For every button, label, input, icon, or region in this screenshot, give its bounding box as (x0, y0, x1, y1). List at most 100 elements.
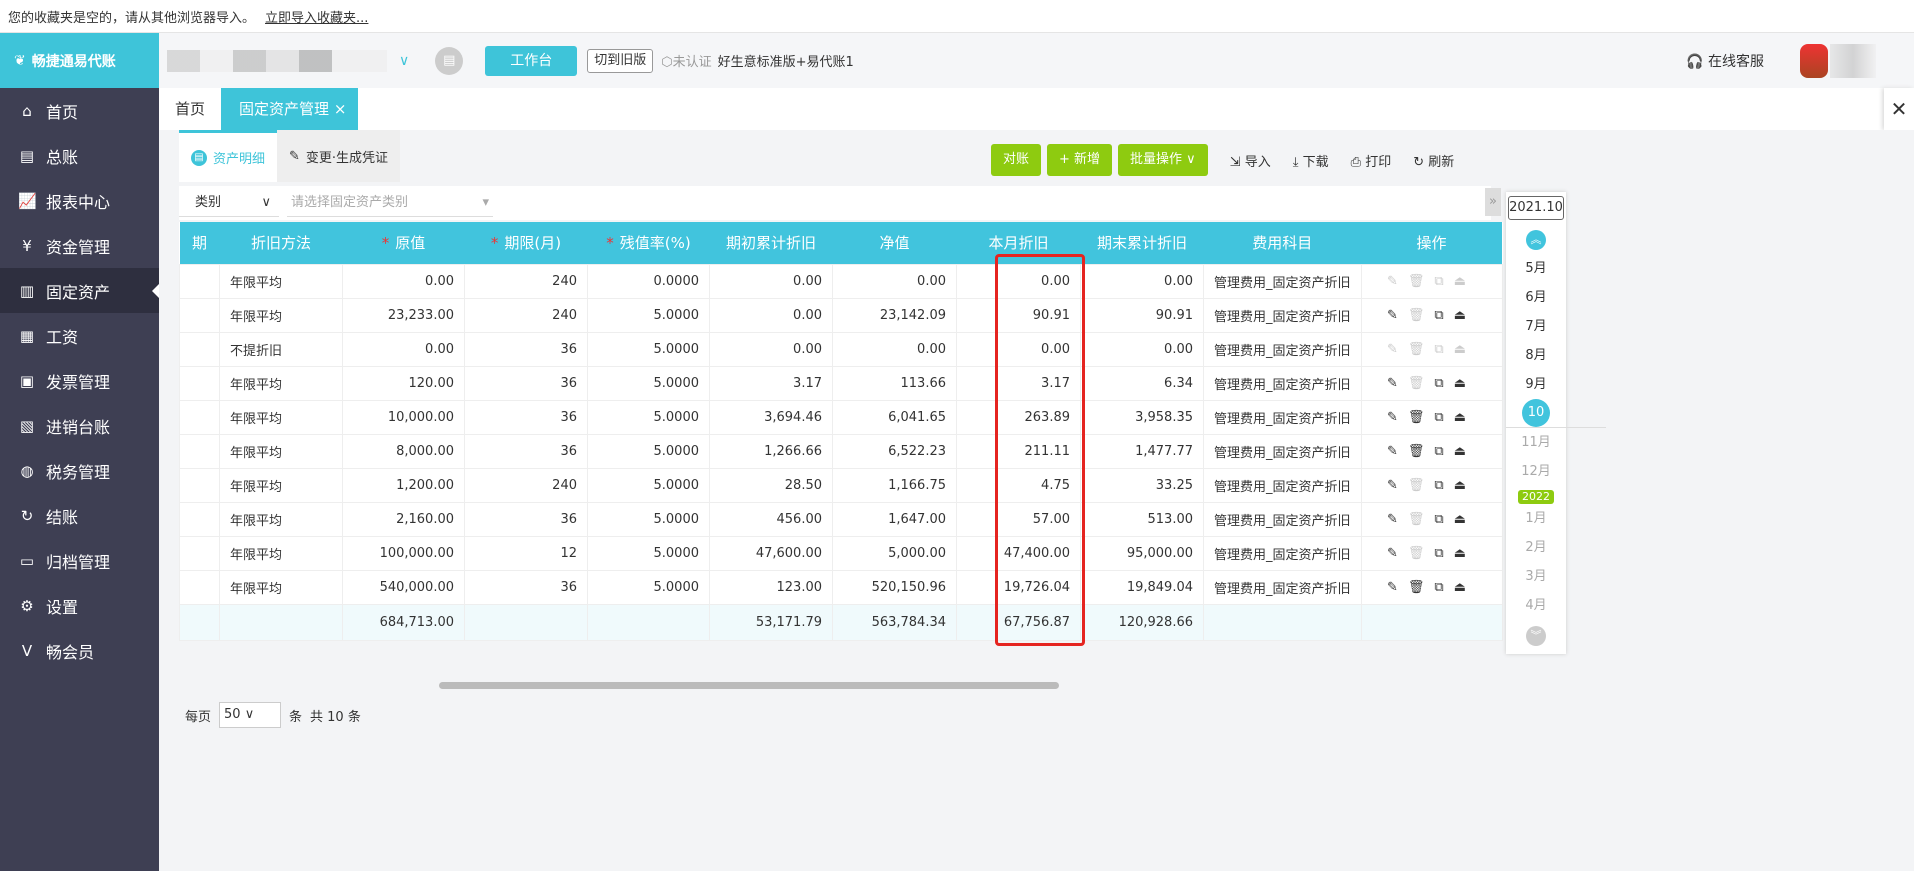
sidebar-item-8[interactable]: ◍ 税务管理 (0, 448, 159, 493)
table-row[interactable]: 年限平均 1,200.00 240 5.0000 28.50 1,166.75 4.75 33… (179, 467, 1503, 503)
category-select[interactable]: 类别 ∨ (179, 189, 279, 217)
delete-icon[interactable]: 🗑 (1408, 308, 1435, 323)
edit-icon[interactable]: ✎ (1387, 444, 1408, 459)
category-input[interactable]: 请选择固定资产类别 ▾ (287, 189, 493, 217)
month-item[interactable]: 8月 (1506, 341, 1566, 370)
delete-icon[interactable]: 🗑 (1408, 444, 1435, 459)
subtab-change-voucher[interactable]: ✎ 变更·生成凭证 (277, 130, 401, 182)
scroll-down-icon[interactable]: ︾ (1526, 626, 1546, 646)
copy-icon[interactable]: ⧉ (1434, 580, 1453, 595)
delete-icon[interactable]: 🗑 (1408, 580, 1435, 595)
notepad-icon[interactable]: ▤ (435, 46, 464, 75)
tab-home[interactable]: 首页 (159, 88, 221, 130)
copy-icon[interactable]: ⧉ (1434, 512, 1453, 527)
dispose-icon[interactable]: ⏏ (1454, 444, 1476, 459)
edit-icon[interactable]: ✎ (1387, 478, 1408, 493)
logo[interactable]: ❦ 畅捷通易代账 (0, 33, 159, 88)
table-row[interactable]: 不提折旧 0.00 36 5.0000 0.00 0.00 0.00 0.00 管理费用_固定资… (179, 331, 1503, 367)
sidebar-item-5[interactable]: ▦ 工资 (0, 313, 159, 358)
table-row[interactable]: 年限平均 2,160.00 36 5.0000 456.00 1,647.00 57.00 5… (179, 501, 1503, 537)
dispose-icon[interactable]: ⏏ (1454, 410, 1476, 425)
dispose-icon[interactable]: ⏏ (1454, 274, 1476, 289)
online-service-link[interactable]: 🎧 在线客服 (1686, 51, 1764, 71)
period-display[interactable]: 2021.10 (1508, 196, 1564, 220)
edit-icon[interactable]: ✎ (1387, 546, 1408, 561)
table-row[interactable]: 年限平均 10,000.00 36 5.0000 3,694.46 6,041.65 263… (179, 399, 1503, 435)
tab-fixed-assets[interactable]: 固定资产管理 × (221, 88, 359, 130)
sidebar-item-2[interactable]: 📈 报表中心 (0, 178, 159, 223)
delete-icon[interactable]: 🗑 (1408, 410, 1435, 425)
copy-icon[interactable]: ⧉ (1434, 376, 1453, 391)
delete-icon[interactable]: 🗑 (1408, 274, 1435, 289)
refresh-button[interactable]: ↻ 刷新 (1413, 151, 1454, 170)
workbench-button[interactable]: 工作台 (485, 45, 578, 76)
delete-icon[interactable]: 🗑 (1408, 478, 1435, 493)
company-selector[interactable] (167, 49, 387, 72)
subtab-asset-detail[interactable]: ▤ 资产明细 (179, 130, 278, 182)
horizontal-scrollbar[interactable] (439, 682, 1059, 689)
add-button[interactable]: + 新增 (1047, 144, 1113, 176)
copy-icon[interactable]: ⧉ (1434, 274, 1453, 289)
reconcile-button[interactable]: 对账 (991, 144, 1042, 176)
copy-icon[interactable]: ⧉ (1434, 444, 1453, 459)
month-item[interactable]: 2月 (1506, 533, 1566, 562)
month-item[interactable]: 10月 (1506, 399, 1606, 448)
edit-icon[interactable]: ✎ (1387, 410, 1408, 425)
avatar[interactable] (1800, 43, 1828, 78)
sidebar-item-6[interactable]: ▣ 发票管理 (0, 358, 159, 403)
month-item[interactable]: 6月 (1506, 283, 1566, 312)
sidebar-item-7[interactable]: ▧ 进销台账 (0, 403, 159, 448)
month-item[interactable]: 4月 (1506, 591, 1566, 620)
sidebar-item-9[interactable]: ↻ 结账 (0, 493, 159, 538)
edit-icon[interactable]: ✎ (1387, 342, 1408, 357)
edit-icon[interactable]: ✎ (1387, 308, 1408, 323)
dispose-icon[interactable]: ⏏ (1454, 512, 1476, 527)
month-item[interactable]: 5月 (1506, 254, 1566, 283)
table-row[interactable]: 年限平均 100,000.00 12 5.0000 47,600.00 5,000.00 4… (179, 535, 1503, 571)
month-item[interactable]: 12月 (1506, 457, 1566, 486)
copy-icon[interactable]: ⧉ (1434, 478, 1453, 493)
delete-icon[interactable]: 🗑 (1408, 376, 1435, 391)
month-item[interactable]: 7月 (1506, 312, 1566, 341)
expand-icon[interactable]: » (1485, 188, 1501, 216)
user-name[interactable] (1830, 43, 1876, 78)
copy-icon[interactable]: ⧉ (1434, 342, 1453, 357)
scroll-up-icon[interactable]: ︽ (1526, 230, 1546, 250)
dispose-icon[interactable]: ⏏ (1454, 342, 1476, 357)
sidebar-item-12[interactable]: V 畅会员 (0, 628, 159, 673)
sidebar-item-11[interactable]: ⚙ 设置 (0, 583, 159, 628)
table-row[interactable]: 年限平均 540,000.00 36 5.0000 123.00 520,150.96 19… (179, 569, 1503, 605)
download-button[interactable]: ⤓ 下载 (1293, 151, 1329, 170)
month-item[interactable]: 1月 (1506, 504, 1566, 533)
edit-icon[interactable]: ✎ (1387, 274, 1408, 289)
print-button[interactable]: ⎙ 打印 (1351, 151, 1392, 170)
dispose-icon[interactable]: ⏏ (1454, 376, 1476, 391)
copy-icon[interactable]: ⧉ (1434, 308, 1453, 323)
edit-icon[interactable]: ✎ (1387, 512, 1408, 527)
dispose-icon[interactable]: ⏏ (1454, 546, 1476, 561)
month-item[interactable]: 9月 (1506, 370, 1566, 399)
edit-icon[interactable]: ✎ (1387, 580, 1408, 595)
delete-icon[interactable]: 🗑 (1408, 546, 1435, 561)
close-tab-icon[interactable]: × (334, 100, 347, 118)
sidebar-item-0[interactable]: ⌂ 首页 (0, 88, 159, 133)
per-page-select[interactable]: 50 ∨ (219, 702, 282, 728)
batch-operation-button[interactable]: 批量操作 ∨ (1118, 144, 1208, 176)
delete-icon[interactable]: 🗑 (1408, 512, 1435, 527)
sidebar-item-3[interactable]: ¥ 资金管理 (0, 223, 159, 268)
table-row[interactable]: 年限平均 120.00 36 5.0000 3.17 113.66 3.17 6.34 管理费用… (179, 365, 1503, 401)
import-button[interactable]: ⇲ 导入 (1230, 151, 1271, 170)
import-favorites-link[interactable]: 立即导入收藏夹... (265, 11, 368, 26)
dispose-icon[interactable]: ⏏ (1454, 580, 1476, 595)
edit-icon[interactable]: ✎ (1387, 376, 1408, 391)
switch-old-version-button[interactable]: 切到旧版 (587, 48, 654, 73)
table-row[interactable]: 年限平均 23,233.00 240 5.0000 0.00 23,142.09 90.91… (179, 297, 1503, 333)
copy-icon[interactable]: ⧉ (1434, 546, 1453, 561)
sidebar-item-4[interactable]: ▥ 固定资产 (0, 268, 159, 313)
dispose-icon[interactable]: ⏏ (1454, 478, 1476, 493)
table-row[interactable]: 年限平均 8,000.00 36 5.0000 1,266.66 6,522.23 211.… (179, 433, 1503, 469)
dispose-icon[interactable]: ⏏ (1454, 308, 1476, 323)
delete-icon[interactable]: 🗑 (1408, 342, 1435, 357)
sidebar-item-10[interactable]: ▭ 归档管理 (0, 538, 159, 583)
month-item[interactable]: 11月 (1506, 428, 1566, 457)
